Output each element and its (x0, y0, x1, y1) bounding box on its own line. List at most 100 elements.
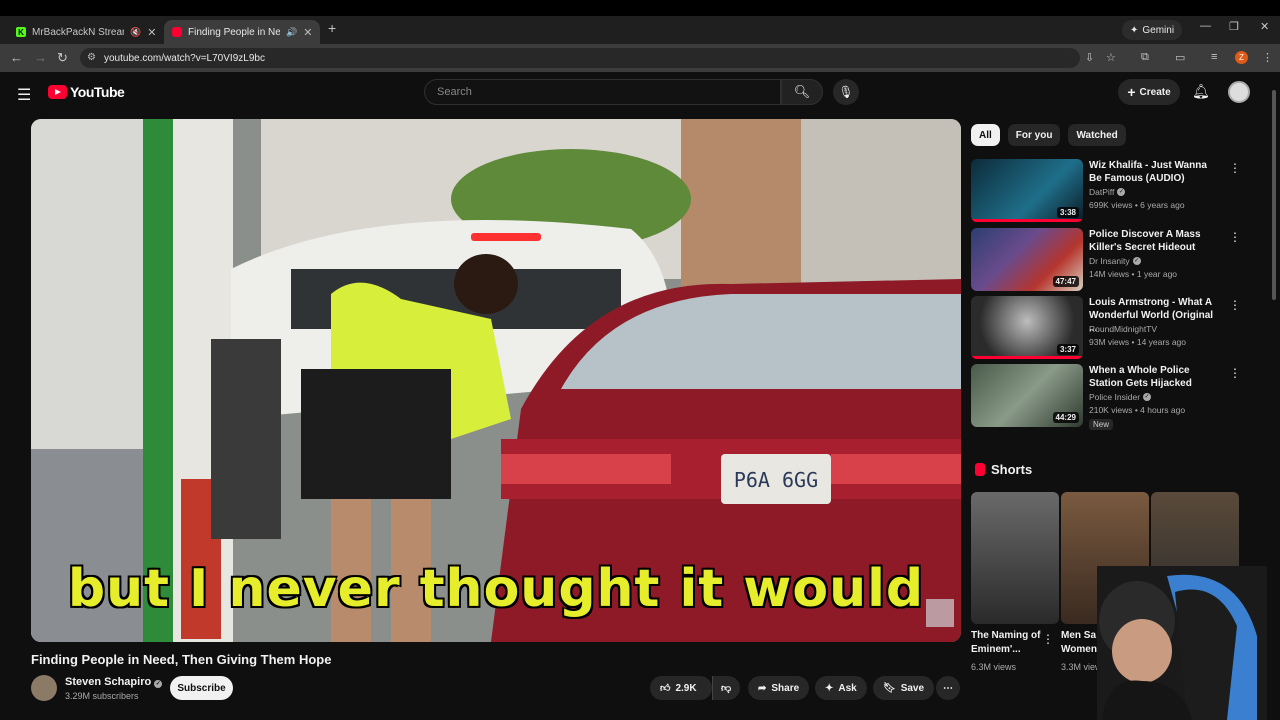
browser-menu-icon[interactable]: ⋮ (1262, 51, 1273, 64)
video-thumbnail[interactable]: 3:37 (971, 296, 1083, 359)
youtube-play-icon (48, 85, 67, 99)
create-button[interactable]: + Create (1118, 79, 1180, 105)
plus-icon: + (1127, 84, 1136, 100)
watch-progress-bar (971, 219, 1083, 222)
youtube-icon (172, 27, 182, 37)
gemini-label: Gemini (1142, 24, 1175, 36)
video-caption: but I never thought it would (67, 559, 925, 619)
shorts-title: Shorts (991, 462, 1033, 477)
audio-playing-icon[interactable]: 🔊 (286, 27, 297, 38)
more-vertical-icon[interactable]: ⋮ (1229, 366, 1241, 380)
minimize-icon[interactable]: — (1200, 20, 1211, 32)
recommendation-title[interactable]: When a Whole Police Station Gets Hijacke… (1089, 364, 1214, 390)
browser-profile-avatar[interactable]: Z (1235, 51, 1248, 64)
duration-badge: 3:38 (1056, 207, 1079, 218)
close-tab-icon[interactable]: ✕ (303, 26, 312, 39)
more-actions-button[interactable]: ⋯ (936, 676, 960, 700)
tab-kick-stream[interactable]: K MrBackPackN Stream - Wa 🔇 ✕ (8, 20, 164, 44)
recommendation-title[interactable]: Police Discover A Mass Killer's Secret H… (1089, 228, 1214, 254)
chip-watched[interactable]: Watched (1068, 124, 1126, 146)
url-field[interactable]: youtube.com/watch?v=L70VI9zL9bc (80, 48, 1080, 68)
gemini-button[interactable]: ✦ Gemini (1122, 20, 1183, 40)
watch-progress-bar (971, 356, 1083, 359)
channel-name[interactable]: Steven Schapiro ✓ (65, 676, 163, 688)
sparkle-icon: ✦ (825, 682, 834, 694)
recommendation-title[interactable]: Wiz Khalifa - Just Wanna Be Famous (AUDI… (1089, 159, 1214, 185)
create-label: Create (1139, 86, 1171, 98)
voice-search-button[interactable]: 🎙︎ (833, 79, 859, 105)
reload-icon[interactable]: ↻ (57, 50, 68, 66)
tab-youtube-video[interactable]: Finding People in Need, The 🔊 ✕ (164, 20, 321, 44)
account-avatar[interactable] (1228, 81, 1250, 103)
media-controls-icon[interactable]: ≡ (1211, 51, 1217, 63)
maximize-icon[interactable]: ❐ (1229, 20, 1239, 33)
recommendation-meta: 14M views • 1 year ago (1089, 269, 1178, 279)
search-input[interactable]: Search (424, 79, 781, 105)
license-plate: P6A 6GG (734, 468, 818, 492)
page-scrollbar[interactable] (1272, 90, 1276, 300)
short-thumbnail[interactable] (971, 492, 1059, 624)
shorts-header: Shorts (975, 462, 1032, 477)
search-placeholder: Search (437, 86, 472, 98)
short-title[interactable]: Men Sa Women (1061, 629, 1101, 657)
channel-avatar[interactable] (31, 675, 57, 701)
like-button[interactable]: 👍︎ 2.9K (650, 676, 712, 700)
split-view-icon[interactable]: ▭ (1175, 51, 1185, 64)
chip-all[interactable]: All (971, 124, 1000, 146)
back-icon[interactable]: ← (10, 50, 23, 65)
new-tab-icon[interactable]: + (328, 20, 336, 36)
extensions-icon[interactable]: ⧉ (1141, 51, 1149, 64)
bookmark-star-icon[interactable]: ☆ (1106, 51, 1116, 64)
chip-for-you[interactable]: For you (1007, 124, 1061, 146)
save-button[interactable]: 🔖︎ Save (873, 676, 935, 700)
filter-chips: All For you Watched (971, 124, 1126, 146)
more-vertical-icon[interactable]: ⋮ (1229, 230, 1241, 244)
like-count: 2.9K (675, 682, 697, 694)
share-icon: ➦ (758, 682, 767, 694)
video-thumbnail[interactable]: 3:38 (971, 159, 1083, 222)
recommendation-channel[interactable]: Dr Insanity ✓ (1089, 256, 1141, 266)
close-window-icon[interactable]: ✕ (1260, 20, 1269, 33)
recommendation-channel[interactable]: DatPiff ✓ (1089, 187, 1126, 197)
recommendation-meta: 93M views • 14 years ago (1089, 337, 1186, 347)
video-thumbnail[interactable]: 44:29 (971, 364, 1083, 427)
muted-icon[interactable]: 🔇 (130, 27, 141, 38)
video-thumbnail[interactable]: 47:47 (971, 228, 1083, 291)
recommendation-channel[interactable]: RoundMidnightTV (1089, 324, 1157, 334)
verified-icon: ✓ (1143, 393, 1152, 401)
sparkle-icon: ✦ (1130, 24, 1139, 36)
channel-text: Dr Insanity (1089, 256, 1130, 266)
hamburger-menu-icon[interactable]: ☰ (17, 85, 31, 105)
subscribe-button[interactable]: Subscribe (170, 676, 233, 700)
site-info-icon[interactable]: ⚙ (87, 52, 96, 63)
dislike-button[interactable]: 👎︎ (712, 676, 740, 700)
title-bar (0, 0, 1280, 16)
video-player[interactable]: P6A 6GG but I never thought it would (31, 119, 961, 642)
install-app-icon[interactable]: ⇩ (1085, 51, 1094, 64)
more-vertical-icon[interactable]: ⋮ (1229, 298, 1241, 312)
bookmark-icon: 🔖︎ (883, 682, 896, 694)
tab-strip: K MrBackPackN Stream - Wa 🔇 ✕ Finding Pe… (0, 16, 1280, 44)
verified-icon: ✓ (1117, 188, 1126, 196)
short-title[interactable]: The Naming of Eminem'... (971, 629, 1041, 657)
recommendation-item[interactable]: 3:37 Louis Armstrong - What A Wonderful … (971, 296, 1241, 360)
share-label: Share (771, 682, 800, 694)
tab-title: Finding People in Need, The (188, 26, 280, 38)
channel-text: DatPiff (1089, 187, 1115, 197)
recommendation-item[interactable]: 47:47 Police Discover A Mass Killer's Se… (971, 228, 1241, 292)
close-tab-icon[interactable]: ✕ (147, 26, 156, 39)
more-vertical-icon[interactable]: ⋮ (1229, 161, 1241, 175)
forward-icon[interactable]: → (34, 50, 47, 65)
kick-icon: K (16, 27, 26, 37)
subscriber-count: 3.29M subscribers (65, 691, 139, 701)
save-label: Save (900, 682, 925, 694)
recommendation-channel[interactable]: Police Insider ✓ (1089, 392, 1152, 402)
channel-text: Police Insider (1089, 392, 1141, 402)
share-button[interactable]: ➦ Share (748, 676, 810, 700)
recommendation-item[interactable]: 3:38 Wiz Khalifa - Just Wanna Be Famous … (971, 159, 1241, 223)
ask-button[interactable]: ✦ Ask (815, 676, 867, 700)
notifications-bell-icon[interactable]: 🔔︎ (1192, 83, 1210, 100)
search-button[interactable]: 🔍︎ (781, 79, 823, 105)
youtube-logo[interactable]: YouTube (48, 84, 125, 100)
more-vertical-icon[interactable]: ⋮ (1042, 632, 1054, 646)
